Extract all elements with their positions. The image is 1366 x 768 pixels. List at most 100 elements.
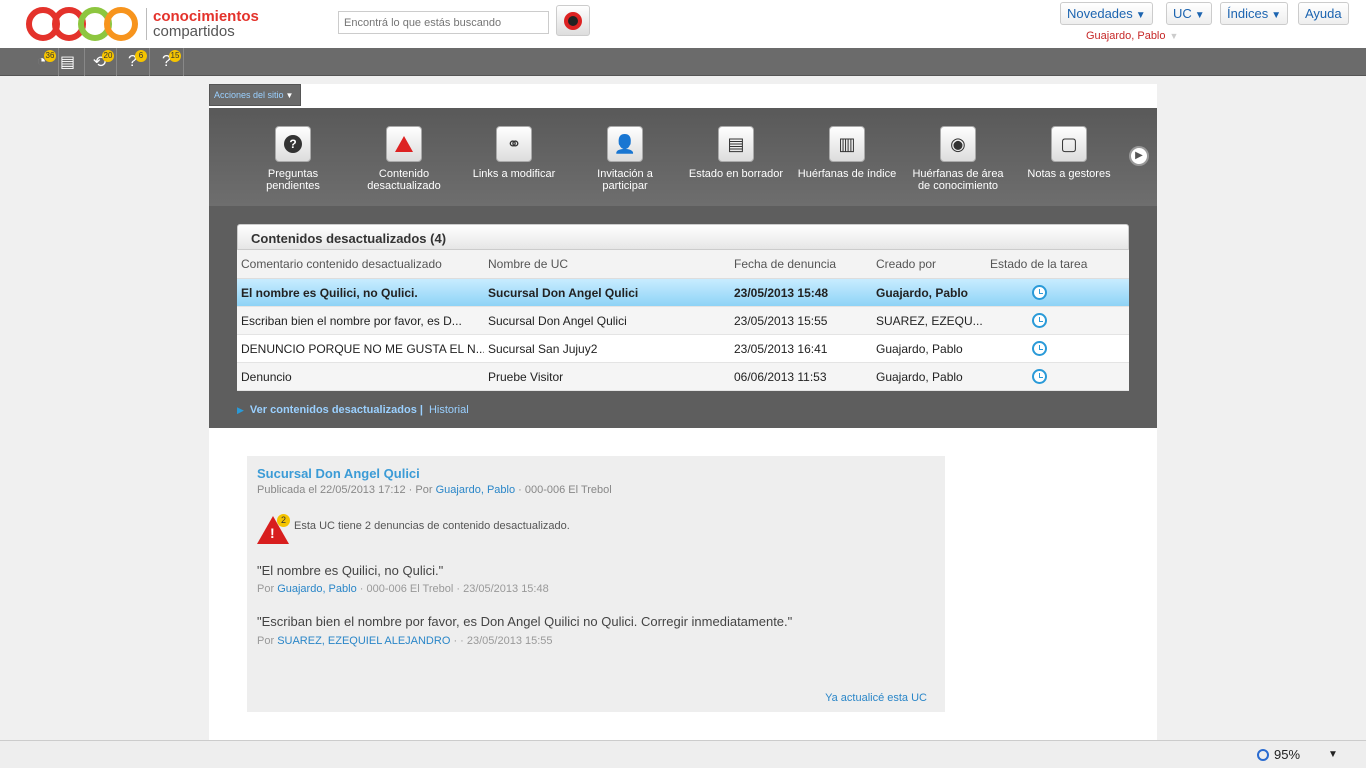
col-date[interactable]: Fecha de denuncia — [730, 257, 872, 271]
chevron-down-icon: ▼ — [1194, 10, 1205, 21]
help-cursor-button[interactable]: ? 6 — [116, 48, 150, 76]
tool-label: Contenido desactualizado — [367, 168, 441, 192]
col-uc[interactable]: Nombre de UC — [484, 257, 730, 271]
row-comment: Denuncio — [241, 369, 292, 384]
user-name: Guajardo, Pablo — [1086, 30, 1166, 42]
row-creator: Guajardo, Pablo — [876, 285, 969, 300]
uc-meta: Publicada el 22/05/2013 17:12 · Por Guaj… — [257, 484, 612, 496]
clock-icon[interactable] — [1032, 341, 1047, 357]
logo-rings-icon — [26, 7, 138, 41]
notes-icon: ▢ — [1060, 134, 1078, 154]
refresh-button[interactable]: ⟲ 20 — [83, 48, 117, 76]
row-comment: El nombre es Quilici, no Qulici. — [241, 285, 418, 300]
tool-huerfanas-de-area[interactable]: ◉ Huérfanas de área de conocimiento — [908, 126, 1008, 192]
nav-indices[interactable]: Índices ▼ — [1220, 2, 1289, 25]
tool-label: Huérfanas de área de conocimiento — [912, 168, 1004, 192]
comment-suffix: · 000-006 El Trebol · 23/05/2013 15:48 — [359, 583, 549, 595]
chevron-down-icon: ▼ — [285, 91, 294, 100]
clock-icon[interactable] — [1032, 369, 1047, 385]
browser-statusbar: 95% ▼ — [0, 740, 1366, 768]
meta-suffix: · 000-006 El Trebol — [518, 484, 612, 496]
table-row[interactable]: El nombre es Quilici, no Qulici. Sucursa… — [237, 279, 1129, 307]
nav-indices-label: Índices — [1227, 6, 1269, 21]
warning-icon — [395, 136, 413, 152]
tool-preguntas-pendientes[interactable]: ? Preguntas pendientes — [243, 126, 343, 192]
tool-label: Estado en borrador — [688, 168, 784, 180]
comment-quote: "El nombre es Quilici, no Qulici." — [257, 563, 444, 578]
count-badge: 15 — [169, 50, 181, 62]
search-icon — [564, 11, 582, 30]
tool-label: Huérfanas de índice — [797, 168, 897, 180]
next-tools-button[interactable]: ▶ — [1129, 146, 1149, 166]
tool-row: ? Preguntas pendientes Contenido desactu… — [209, 108, 1157, 206]
zoom-control[interactable]: 95% — [1257, 747, 1300, 762]
header: conocimientos compartidos Novedades▼ UC▼… — [0, 0, 1366, 48]
uc-title-link[interactable]: Sucursal Don Angel Qulici — [257, 466, 420, 481]
warning-icon: ! 2 — [257, 514, 291, 546]
row-creator: SUAREZ, EZEQU... — [876, 313, 983, 328]
comment-quote: "Escriban bien el nombre por favor, es D… — [257, 614, 793, 629]
col-creator[interactable]: Creado por — [872, 257, 986, 271]
mark-updated-link[interactable]: Ya actualicé esta UC — [825, 692, 927, 704]
meta-prefix: Publicada el 22/05/2013 17:12 · Por — [257, 484, 433, 496]
nav-novedades[interactable]: Novedades ▼ — [1060, 2, 1153, 25]
coco-logo[interactable]: conocimientos compartidos — [26, 5, 259, 43]
document-icon: ▤ — [59, 54, 76, 71]
tool-notas-a-gestores[interactable]: ▢ Notas a gestores — [1019, 126, 1119, 180]
question-button[interactable]: ? 15 — [150, 48, 184, 76]
warning-count-badge: 2 — [277, 514, 290, 527]
search-input[interactable] — [338, 11, 549, 34]
orphan-index-icon: ▥ — [838, 134, 856, 154]
add-user-icon: 👤 — [613, 134, 637, 154]
site-actions-menu[interactable]: Acciones del sitio ▼ — [209, 84, 301, 106]
table-row[interactable]: Escriban bien el nombre por favor, es D.… — [237, 307, 1129, 335]
nav-ayuda-label: Ayuda — [1305, 6, 1342, 21]
chevron-down-icon: ▼ — [1135, 10, 1146, 21]
col-comment[interactable]: Comentario contenido desactualizado — [237, 257, 484, 271]
row-comment: DENUNCIO PORQUE NO ME GUSTA EL N... — [241, 341, 484, 356]
zoom-level: 95% — [1274, 747, 1301, 762]
clock-icon[interactable] — [1032, 313, 1047, 329]
orphan-area-icon: ◉ — [950, 134, 966, 154]
comment-author-link[interactable]: Guajardo, Pablo — [277, 583, 357, 595]
tool-huerfanas-de-indice[interactable]: ▥ Huérfanas de índice — [797, 126, 897, 180]
row-uc: Sucursal San Jujuy2 — [488, 341, 598, 356]
comment-meta: Por SUAREZ, EZEQUIEL ALEJANDRO · · 23/05… — [257, 635, 553, 647]
user-menu[interactable]: Guajardo, Pablo ▼ — [1086, 30, 1178, 42]
col-status[interactable]: Estado de la tarea — [986, 257, 1129, 271]
table-title: Contenidos desactualizados (4) — [237, 224, 1129, 250]
tool-invitacion-a-participar[interactable]: 👤 Invitación a participar — [575, 126, 675, 192]
zoom-icon — [1257, 748, 1269, 761]
chevron-down-icon: ▼ — [1271, 10, 1282, 21]
search-button[interactable] — [556, 5, 590, 36]
tool-contenido-desactualizado[interactable]: Contenido desactualizado — [354, 126, 454, 192]
meta-author-link[interactable]: Guajardo, Pablo — [436, 484, 516, 496]
table-row[interactable]: Denuncio Pruebe Visitor 06/06/2013 11:53… — [237, 363, 1129, 391]
nav-uc[interactable]: UC ▼ — [1166, 2, 1212, 25]
clock-icon[interactable] — [1032, 285, 1047, 301]
view-outdated-link[interactable]: Ver contenidos desactualizados | — [250, 404, 423, 416]
outdated-contents-table: Contenidos desactualizados (4) Comentari… — [237, 224, 1129, 395]
tool-label: Preguntas pendientes — [266, 168, 320, 192]
uc-detail-card: Sucursal Don Angel Qulici Publicada el 2… — [247, 456, 945, 712]
tool-label: Links a modificar — [472, 168, 556, 180]
document-button[interactable]: ▤ — [51, 48, 85, 76]
zoom-dropdown-icon[interactable]: ▼ — [1328, 749, 1338, 760]
count-badge: 20 — [102, 50, 114, 62]
row-uc: Sucursal Don Angel Qulici — [488, 285, 639, 300]
tool-label: Invitación a participar — [597, 168, 653, 192]
table-links: ▶ Ver contenidos desactualizados | Histori… — [237, 404, 469, 416]
chevron-down-icon: ▼ — [1169, 31, 1179, 41]
comment-by: Por — [257, 635, 275, 647]
table-row[interactable]: DENUNCIO PORQUE NO ME GUSTA EL N... Sucu… — [237, 335, 1129, 363]
question-circle-icon: ? — [284, 135, 302, 153]
history-link[interactable]: Historial — [429, 404, 469, 416]
tool-links-a-modificar[interactable]: ⚭ Links a modificar — [464, 126, 564, 180]
nav-ayuda[interactable]: Ayuda — [1298, 2, 1349, 25]
site-actions-label: Acciones del sitio — [214, 90, 284, 100]
comment-author-link[interactable]: SUAREZ, EZEQUIEL ALEJANDRO — [277, 635, 450, 647]
link-icon: ⚭ — [506, 134, 522, 154]
tool-estado-en-borrador[interactable]: ▤ Estado en borrador — [686, 126, 786, 180]
nav-novedades-label: Novedades — [1067, 6, 1133, 21]
row-creator: Guajardo, Pablo — [876, 341, 963, 356]
